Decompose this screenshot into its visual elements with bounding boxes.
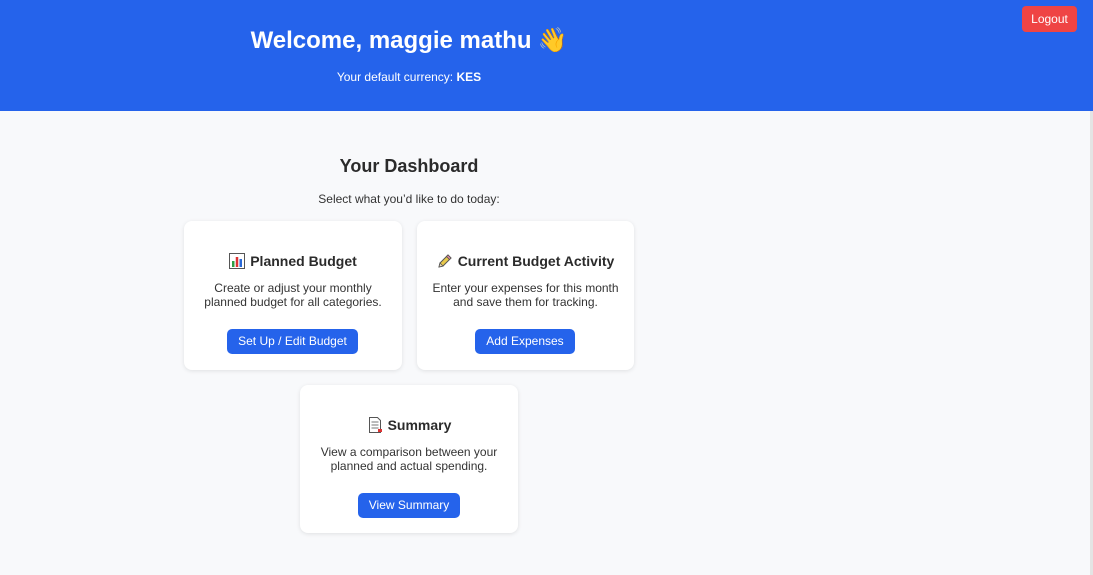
default-currency: Your default currency: KES — [0, 69, 818, 85]
bar-chart-icon — [229, 253, 246, 269]
current-budget-activity-card: Current Budget Activity Enter your expen… — [417, 221, 634, 370]
currency-label: Your default currency: — [336, 70, 454, 84]
currency-value: KES — [456, 70, 482, 84]
dashboard-subtitle: Select what you’d like to do today: — [318, 192, 500, 206]
logout-button[interactable]: Logout — [1022, 6, 1077, 32]
current-budget-activity-title: Current Budget Activity — [417, 252, 634, 270]
summary-title-text: Summary — [387, 417, 452, 433]
planned-budget-title-text: Planned Budget — [250, 253, 357, 269]
summary-description: View a comparison between your planned a… — [320, 445, 498, 473]
planned-budget-card: Planned Budget Create or adjust your mon… — [184, 221, 402, 370]
current-budget-activity-description: Enter your expenses for this month and s… — [432, 281, 619, 309]
document-icon — [368, 417, 382, 433]
pencil-icon — [438, 254, 452, 268]
welcome-heading: Welcome, maggie mathu 👋 — [0, 24, 818, 57]
setup-edit-budget-button[interactable]: Set Up / Edit Budget — [227, 329, 358, 354]
welcome-text: Welcome, maggie mathu — [250, 27, 532, 54]
summary-card: Summary View a comparison between your p… — [300, 385, 518, 533]
waving-hand-icon: 👋 — [537, 26, 568, 54]
current-budget-activity-title-text: Current Budget Activity — [457, 253, 615, 269]
planned-budget-description: Create or adjust your monthly planned bu… — [204, 281, 382, 309]
top-header: Welcome, maggie mathu 👋 Your default curr… — [0, 0, 1093, 111]
dashboard-title: Your Dashboard — [339, 156, 479, 176]
summary-title: Summary — [300, 416, 518, 434]
add-expenses-button[interactable]: Add Expenses — [475, 329, 575, 354]
planned-budget-title: Planned Budget — [184, 252, 402, 270]
view-summary-button[interactable]: View Summary — [358, 493, 460, 518]
